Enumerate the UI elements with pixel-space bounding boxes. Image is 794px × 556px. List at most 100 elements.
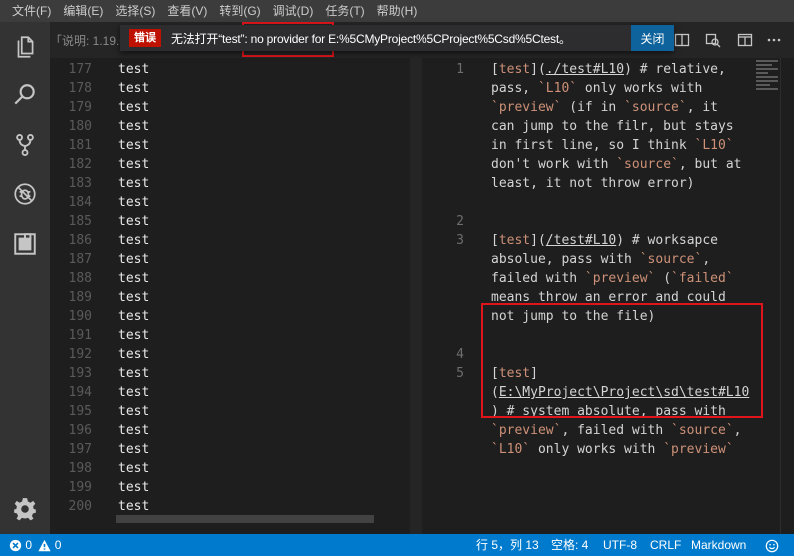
- warning-icon: [38, 540, 51, 552]
- code-line: 200 test: [50, 497, 410, 516]
- markdown-line: failed with `preview` (`failed`: [422, 269, 752, 288]
- minimap[interactable]: [752, 58, 782, 118]
- error-count: 0: [25, 538, 33, 552]
- code-line: 191 test: [50, 326, 410, 345]
- line-text: absolue, pass with `source`,: [491, 252, 710, 267]
- text-segment: least, it not throw error): [491, 176, 695, 191]
- encoding[interactable]: UTF-8: [603, 534, 637, 556]
- link-text: test: [498, 62, 531, 77]
- left-tab-label[interactable]: 「说明: 1.19.0: [50, 32, 126, 49]
- error-notification: 错误 无法打开“test”: no provider for E:%5CMyPr…: [120, 25, 673, 51]
- link-target[interactable]: ./test#L10: [546, 62, 624, 77]
- code-line: 188 test: [50, 269, 410, 288]
- line-number: 2: [456, 214, 464, 229]
- line-text: test: [118, 157, 150, 172]
- language-mode[interactable]: Markdown: [691, 534, 746, 556]
- link-target[interactable]: /test#L10: [546, 233, 616, 248]
- problems-indicator[interactable]: 0 0: [9, 534, 61, 556]
- right-editor[interactable]: 1 [test](./test#L10) # relative, pass, `L1…: [422, 22, 794, 534]
- text-segment: # worksapce: [624, 233, 718, 248]
- markdown-line: 3 [test](/test#L10) # worksapce: [422, 231, 752, 250]
- highlight-box-link: [481, 303, 763, 418]
- line-text: test: [118, 347, 150, 362]
- error-badge: 错误: [129, 29, 161, 47]
- menu-item[interactable]: 帮助(H): [371, 0, 424, 22]
- text-segment: ](: [530, 62, 546, 77]
- settings-gear-icon[interactable]: [0, 487, 50, 531]
- inline-code: `source`: [671, 423, 734, 438]
- close-button[interactable]: 关闭: [631, 25, 674, 51]
- search-icon[interactable]: [0, 73, 50, 117]
- link-text: test: [498, 233, 531, 248]
- text-segment: absolue, pass with: [491, 252, 640, 267]
- line-text: `L10` only works with `preview`: [491, 442, 734, 457]
- debug-icon[interactable]: [0, 172, 50, 216]
- code-line: 199 test: [50, 478, 410, 497]
- feedback-icon[interactable]: [765, 534, 779, 556]
- line-text: test: [118, 404, 150, 419]
- menu-item[interactable]: 编辑(E): [57, 0, 109, 22]
- line-text: test: [118, 195, 150, 210]
- menu-item[interactable]: 任务(T): [319, 0, 370, 22]
- line-text: don't work with `source`, but at: [491, 157, 741, 172]
- line-text: test: [118, 423, 150, 438]
- line-number: 179: [68, 100, 92, 115]
- line-text: least, it not throw error): [491, 176, 695, 191]
- more-actions-icon[interactable]: [762, 28, 786, 52]
- line-number: 188: [68, 271, 92, 286]
- text-segment: ): [624, 62, 632, 77]
- line-text: `preview` (if in `source`, it: [491, 100, 718, 115]
- line-number: 183: [68, 176, 92, 191]
- files-icon[interactable]: [0, 25, 50, 69]
- source-control-icon[interactable]: [0, 123, 50, 167]
- text-segment: (if in: [561, 100, 625, 115]
- code-line: 178 test: [50, 79, 410, 98]
- code-line: 183 test: [50, 174, 410, 193]
- menu-item[interactable]: 调试(D): [267, 0, 320, 22]
- line-number: 187: [68, 252, 92, 267]
- line-number: 196: [68, 423, 92, 438]
- menu-item[interactable]: 文件(F): [6, 0, 57, 22]
- extensions-icon[interactable]: [0, 222, 50, 266]
- markdown-line: least, it not throw error): [422, 174, 752, 193]
- code-line: 182 test: [50, 155, 410, 174]
- line-number: 192: [68, 347, 92, 362]
- text-segment: , but at: [678, 157, 742, 172]
- text-segment: only works with: [577, 81, 703, 96]
- left-editor[interactable]: 「说明: 1.19.0 177 test 178 test 179 test 180 test…: [50, 22, 410, 534]
- line-text: test: [118, 309, 150, 324]
- line-number: 5: [456, 366, 464, 381]
- split-view-icon[interactable]: [733, 28, 757, 52]
- indentation[interactable]: 空格: 4: [551, 534, 588, 556]
- line-number: 180: [68, 119, 92, 134]
- code-line: 186 test: [50, 231, 410, 250]
- line-text: test: [118, 499, 150, 514]
- menu-item[interactable]: 查看(V): [161, 0, 213, 22]
- line-ending[interactable]: CRLF: [650, 534, 681, 556]
- line-text: in first line, so I think `L10`: [491, 138, 734, 153]
- line-text: failed with `preview` (`failed`: [491, 271, 734, 286]
- text-segment: ): [616, 233, 625, 248]
- error-message: 无法打开“test”: no provider for E:%5CMyProje…: [171, 31, 571, 46]
- left-horizontal-scrollbar[interactable]: [116, 515, 374, 523]
- editor-divider[interactable]: [410, 22, 422, 534]
- code-line: 193 test: [50, 364, 410, 383]
- line-number: 181: [68, 138, 92, 153]
- code-line: 190 test: [50, 307, 410, 326]
- open-preview-icon[interactable]: [701, 28, 725, 52]
- menu-item[interactable]: 转到(G): [213, 0, 266, 22]
- line-text: can jump to the filr, but stays: [491, 119, 734, 134]
- inline-code: `source`: [616, 157, 679, 172]
- line-text: [test](./test#L10) # relative,: [491, 62, 726, 77]
- menu-bar: 文件(F) 编辑(E) 选择(S) 查看(V) 转到(G) 调试(D) 任务(T) 帮助(H): [0, 0, 794, 22]
- cursor-position[interactable]: 行 5，列 13: [476, 534, 539, 556]
- line-text: [test](/test#L10) # worksapce: [491, 233, 718, 248]
- inline-code: `failed`: [671, 271, 734, 286]
- right-vertical-scrollbar[interactable]: [780, 58, 794, 534]
- line-text: `preview`, failed with `source`,: [491, 423, 741, 438]
- menu-item[interactable]: 选择(S): [109, 0, 161, 22]
- line-text: test: [118, 62, 150, 77]
- line-text: test: [118, 385, 150, 400]
- line-text: pass, `L10` only works with: [491, 81, 702, 96]
- line-text: test: [118, 328, 150, 343]
